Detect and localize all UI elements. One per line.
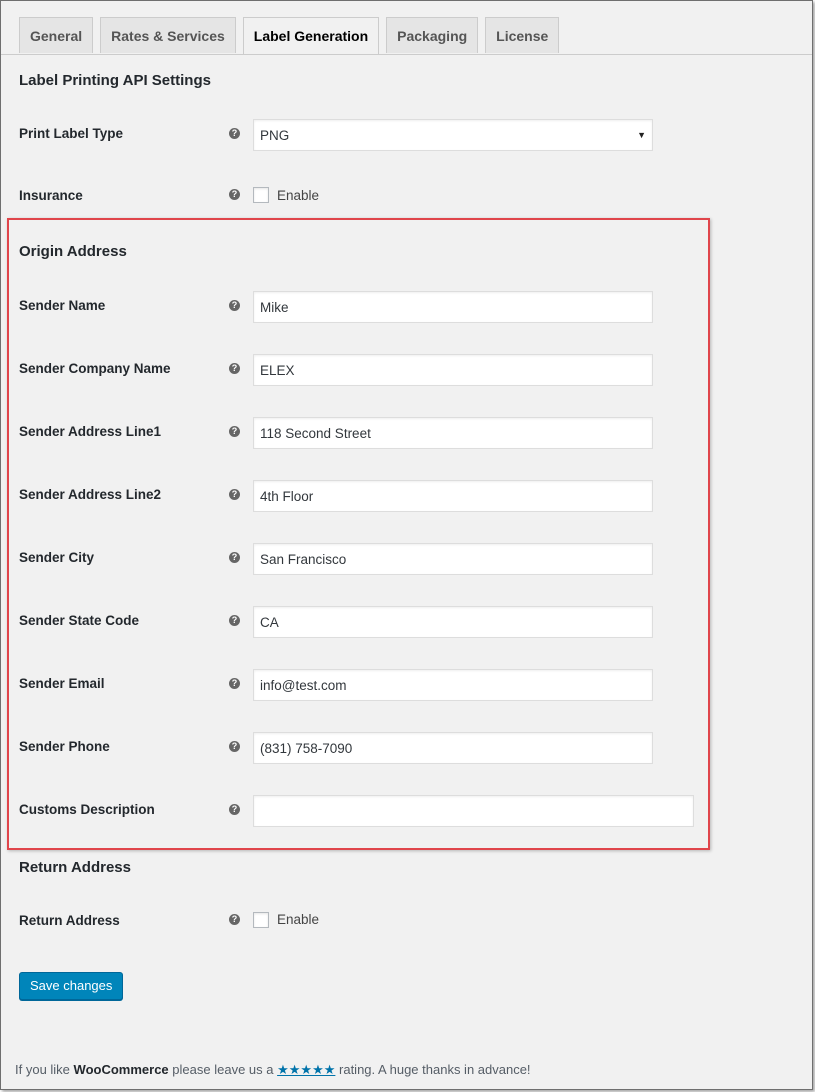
sender-city-row: Sender City ?	[1, 543, 812, 577]
sender-name-row: Sender Name ?	[1, 291, 812, 325]
sender-address1-label: Sender Address Line1	[19, 424, 162, 439]
sender-state-input[interactable]	[253, 606, 653, 638]
footer-brand: WooCommerce	[73, 1062, 169, 1077]
return-address-checkbox[interactable]	[253, 912, 269, 928]
help-icon[interactable]: ?	[229, 189, 240, 200]
tab-general[interactable]: General	[19, 17, 94, 53]
tab-license[interactable]: License	[485, 17, 560, 53]
dropdown-arrow-icon: ▼	[637, 130, 646, 140]
print-label-type-select[interactable]: PNG ▼	[253, 119, 653, 151]
insurance-row: Insurance ? Enable	[1, 187, 812, 221]
footer-suffix: rating. A huge thanks in advance!	[339, 1062, 531, 1077]
tab-rates-services[interactable]: Rates & Services	[100, 17, 236, 53]
help-icon[interactable]: ?	[229, 128, 240, 139]
rating-stars-link[interactable]: ★★★★★	[277, 1062, 335, 1077]
help-icon[interactable]: ?	[229, 804, 240, 815]
settings-tabs: General Rates & Services Label Generatio…	[19, 17, 812, 55]
insurance-label: Insurance	[19, 188, 83, 203]
help-icon[interactable]: ?	[229, 615, 240, 626]
customs-description-input[interactable]	[253, 795, 694, 827]
help-icon[interactable]: ?	[229, 741, 240, 752]
origin-address-heading: Origin Address	[19, 243, 127, 260]
sender-state-row: Sender State Code ?	[1, 606, 812, 640]
sender-address2-input[interactable]	[253, 480, 653, 512]
sender-phone-row: Sender Phone ?	[1, 732, 812, 766]
return-address-enable-label[interactable]: Enable	[277, 912, 319, 927]
settings-panel: General Rates & Services Label Generatio…	[0, 0, 813, 1090]
return-address-label: Return Address	[19, 913, 120, 928]
help-icon[interactable]: ?	[229, 678, 240, 689]
help-icon[interactable]: ?	[229, 489, 240, 500]
sender-address1-input[interactable]	[253, 417, 653, 449]
sender-state-label: Sender State Code	[19, 613, 140, 628]
sender-city-label: Sender City	[19, 550, 95, 565]
sender-name-input[interactable]	[253, 291, 653, 323]
help-icon[interactable]: ?	[229, 552, 240, 563]
insurance-checkbox[interactable]	[253, 187, 269, 203]
sender-phone-label: Sender Phone	[19, 739, 110, 754]
sender-address1-row: Sender Address Line1 ?	[1, 417, 812, 451]
customs-description-row: Customs Description ?	[1, 795, 812, 829]
customs-description-label: Customs Description	[19, 802, 155, 817]
api-settings-heading: Label Printing API Settings	[19, 72, 211, 89]
sender-email-input[interactable]	[253, 669, 653, 701]
sender-company-label: Sender Company Name	[19, 361, 171, 376]
help-icon[interactable]: ?	[229, 914, 240, 925]
sender-email-label: Sender Email	[19, 676, 105, 691]
print-label-type-label: Print Label Type	[19, 126, 124, 141]
insurance-enable-label[interactable]: Enable	[277, 188, 319, 203]
save-changes-button[interactable]: Save changes	[19, 972, 124, 1000]
sender-company-row: Sender Company Name ?	[1, 354, 812, 388]
sender-city-input[interactable]	[253, 543, 653, 575]
return-address-row: Return Address ? Enable	[1, 912, 812, 946]
help-icon[interactable]: ?	[229, 426, 240, 437]
sender-email-row: Sender Email ?	[1, 669, 812, 703]
tab-packaging[interactable]: Packaging	[386, 17, 479, 53]
footer-rating-note: If you like WooCommerce please leave us …	[15, 1062, 531, 1078]
sender-address2-label: Sender Address Line2	[19, 487, 162, 502]
tab-label-generation[interactable]: Label Generation	[242, 17, 380, 55]
return-address-heading: Return Address	[19, 859, 131, 876]
sender-address2-row: Sender Address Line2 ?	[1, 480, 812, 514]
footer-prefix: If you like	[15, 1062, 70, 1077]
help-icon[interactable]: ?	[229, 363, 240, 374]
sender-phone-input[interactable]	[253, 732, 653, 764]
sender-company-input[interactable]	[253, 354, 653, 386]
tabs-divider	[1, 54, 812, 55]
print-label-type-row: Print Label Type ? PNG ▼	[1, 119, 812, 153]
print-label-type-value: PNG	[260, 127, 290, 143]
sender-name-label: Sender Name	[19, 298, 106, 313]
footer-middle: please leave us a	[172, 1062, 274, 1077]
help-icon[interactable]: ?	[229, 300, 240, 311]
